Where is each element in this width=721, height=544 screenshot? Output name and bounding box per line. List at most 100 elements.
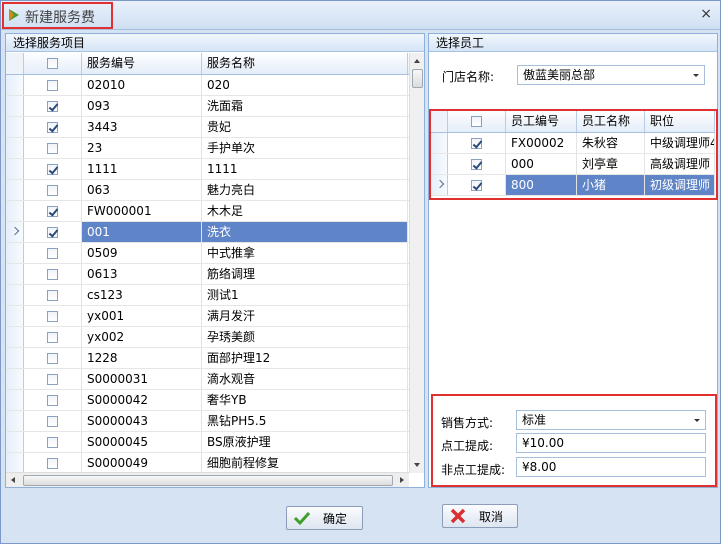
row-checkbox[interactable] bbox=[47, 352, 58, 364]
row-indicator[interactable] bbox=[6, 117, 24, 137]
row-check-cell[interactable] bbox=[24, 75, 82, 95]
service-name-cell[interactable]: 木木足 bbox=[202, 201, 408, 221]
service-name-cell[interactable]: 筋络调理 bbox=[202, 264, 408, 284]
service-code-cell[interactable]: 1228 bbox=[82, 348, 202, 368]
store-select[interactable]: 傲蓝美丽总部 bbox=[517, 65, 705, 85]
row-indicator[interactable] bbox=[6, 369, 24, 389]
service-name-cell[interactable]: 面部护理12 bbox=[202, 348, 408, 368]
close-icon[interactable]: × bbox=[700, 6, 712, 22]
service-code-cell[interactable]: 1111 bbox=[82, 159, 202, 179]
service-name-cell[interactable]: 贵妃 bbox=[202, 117, 408, 137]
service-code-cell[interactable]: yx001 bbox=[82, 306, 202, 326]
service-hscrollbar[interactable] bbox=[6, 472, 409, 487]
table-row[interactable]: 093 洗面霜 bbox=[6, 96, 409, 117]
service-code-cell[interactable]: S0000049 bbox=[82, 453, 202, 473]
table-row[interactable]: 0613 筋络调理 bbox=[6, 264, 409, 285]
service-name-cell[interactable]: 中式推拿 bbox=[202, 243, 408, 263]
cancel-button[interactable]: 取消 bbox=[442, 504, 518, 528]
row-check-cell[interactable] bbox=[24, 138, 82, 158]
table-row[interactable]: 02010 020 bbox=[6, 75, 409, 96]
row-check-cell[interactable] bbox=[24, 285, 82, 305]
row-indicator[interactable] bbox=[6, 453, 24, 473]
table-row[interactable]: yx001 满月发汗 bbox=[6, 306, 409, 327]
row-check-cell[interactable] bbox=[24, 348, 82, 368]
service-code-cell[interactable]: 063 bbox=[82, 180, 202, 200]
table-row[interactable]: S0000031 滴水观音 bbox=[6, 369, 409, 390]
select-all-cell[interactable] bbox=[24, 53, 82, 74]
service-name-cell[interactable]: 洗面霜 bbox=[202, 96, 408, 116]
row-indicator[interactable] bbox=[6, 285, 24, 305]
service-name-cell[interactable]: 020 bbox=[202, 75, 408, 95]
service-name-cell[interactable]: BS原液护理 bbox=[202, 432, 408, 452]
ok-button[interactable]: 确定 bbox=[286, 506, 363, 530]
service-code-cell[interactable]: S0000042 bbox=[82, 390, 202, 410]
row-checkbox[interactable] bbox=[47, 415, 58, 427]
row-checkbox[interactable] bbox=[47, 247, 58, 259]
scroll-right-arrow[interactable] bbox=[400, 477, 404, 483]
row-check-cell[interactable] bbox=[24, 264, 82, 284]
service-name-cell[interactable]: 黑钻PH5.5 bbox=[202, 411, 408, 431]
chevron-down-icon[interactable] bbox=[693, 74, 699, 77]
service-code-cell[interactable]: 23 bbox=[82, 138, 202, 158]
service-name-cell[interactable]: 孕琇美颜 bbox=[202, 327, 408, 347]
table-row[interactable]: 001 洗衣 bbox=[6, 222, 409, 243]
service-name-cell[interactable]: 满月发汗 bbox=[202, 306, 408, 326]
table-row[interactable]: yx002 孕琇美颜 bbox=[6, 327, 409, 348]
row-indicator[interactable] bbox=[6, 306, 24, 326]
row-indicator[interactable] bbox=[6, 96, 24, 116]
service-code-cell[interactable]: 02010 bbox=[82, 75, 202, 95]
row-check-cell[interactable] bbox=[24, 369, 82, 389]
row-check-cell[interactable] bbox=[24, 117, 82, 137]
row-check-cell[interactable] bbox=[24, 306, 82, 326]
table-row[interactable]: 063 魅力亮白 bbox=[6, 180, 409, 201]
table-row[interactable]: FW000001 木木足 bbox=[6, 201, 409, 222]
row-indicator[interactable] bbox=[6, 411, 24, 431]
row-check-cell[interactable] bbox=[24, 411, 82, 431]
row-checkbox[interactable] bbox=[47, 436, 58, 448]
service-code-cell[interactable]: 0509 bbox=[82, 243, 202, 263]
service-name-cell[interactable]: 滴水观音 bbox=[202, 369, 408, 389]
service-name-cell[interactable]: 测试1 bbox=[202, 285, 408, 305]
service-code-cell[interactable]: yx002 bbox=[82, 327, 202, 347]
row-check-cell[interactable] bbox=[24, 327, 82, 347]
row-checkbox[interactable] bbox=[47, 310, 58, 322]
service-name-cell[interactable]: 手护单次 bbox=[202, 138, 408, 158]
row-checkbox[interactable] bbox=[47, 373, 58, 385]
row-check-cell[interactable] bbox=[24, 159, 82, 179]
row-indicator[interactable] bbox=[6, 327, 24, 347]
table-row[interactable]: S0000045 BS原液护理 bbox=[6, 432, 409, 453]
row-indicator[interactable] bbox=[6, 138, 24, 158]
row-checkbox[interactable] bbox=[47, 205, 58, 217]
table-row[interactable]: 1111 1111 bbox=[6, 159, 409, 180]
hscroll-thumb[interactable] bbox=[23, 475, 393, 486]
table-row[interactable]: 0509 中式推拿 bbox=[6, 243, 409, 264]
table-row[interactable]: cs123 测试1 bbox=[6, 285, 409, 306]
table-row[interactable]: S0000042 奢华YB bbox=[6, 390, 409, 411]
scroll-up-arrow[interactable] bbox=[414, 59, 420, 63]
row-checkbox[interactable] bbox=[47, 289, 58, 301]
row-checkbox[interactable] bbox=[47, 226, 58, 238]
scroll-left-arrow[interactable] bbox=[11, 477, 15, 483]
row-checkbox[interactable] bbox=[47, 79, 58, 91]
service-code-cell[interactable]: 093 bbox=[82, 96, 202, 116]
row-indicator[interactable] bbox=[6, 159, 24, 179]
table-row[interactable]: 1228 面部护理12 bbox=[6, 348, 409, 369]
row-indicator[interactable] bbox=[6, 348, 24, 368]
table-row[interactable]: 3443 贵妃 bbox=[6, 117, 409, 138]
row-check-cell[interactable] bbox=[24, 201, 82, 221]
service-name-cell[interactable]: 细胞前程修复 bbox=[202, 453, 408, 473]
row-checkbox[interactable] bbox=[47, 331, 58, 343]
service-name-cell[interactable]: 洗衣 bbox=[202, 222, 408, 242]
service-code-cell[interactable]: S0000043 bbox=[82, 411, 202, 431]
row-indicator[interactable] bbox=[6, 180, 24, 200]
scroll-down-arrow[interactable] bbox=[414, 463, 420, 467]
vscroll-thumb[interactable] bbox=[412, 69, 423, 88]
table-row[interactable]: S0000049 细胞前程修复 bbox=[6, 453, 409, 474]
row-indicator[interactable] bbox=[6, 432, 24, 452]
table-row[interactable]: 23 手护单次 bbox=[6, 138, 409, 159]
col-service-code[interactable]: 服务编号 bbox=[82, 53, 202, 74]
service-name-cell[interactable]: 魅力亮白 bbox=[202, 180, 408, 200]
row-checkbox[interactable] bbox=[47, 184, 58, 196]
service-vscrollbar[interactable] bbox=[409, 53, 424, 473]
row-checkbox[interactable] bbox=[47, 142, 58, 154]
